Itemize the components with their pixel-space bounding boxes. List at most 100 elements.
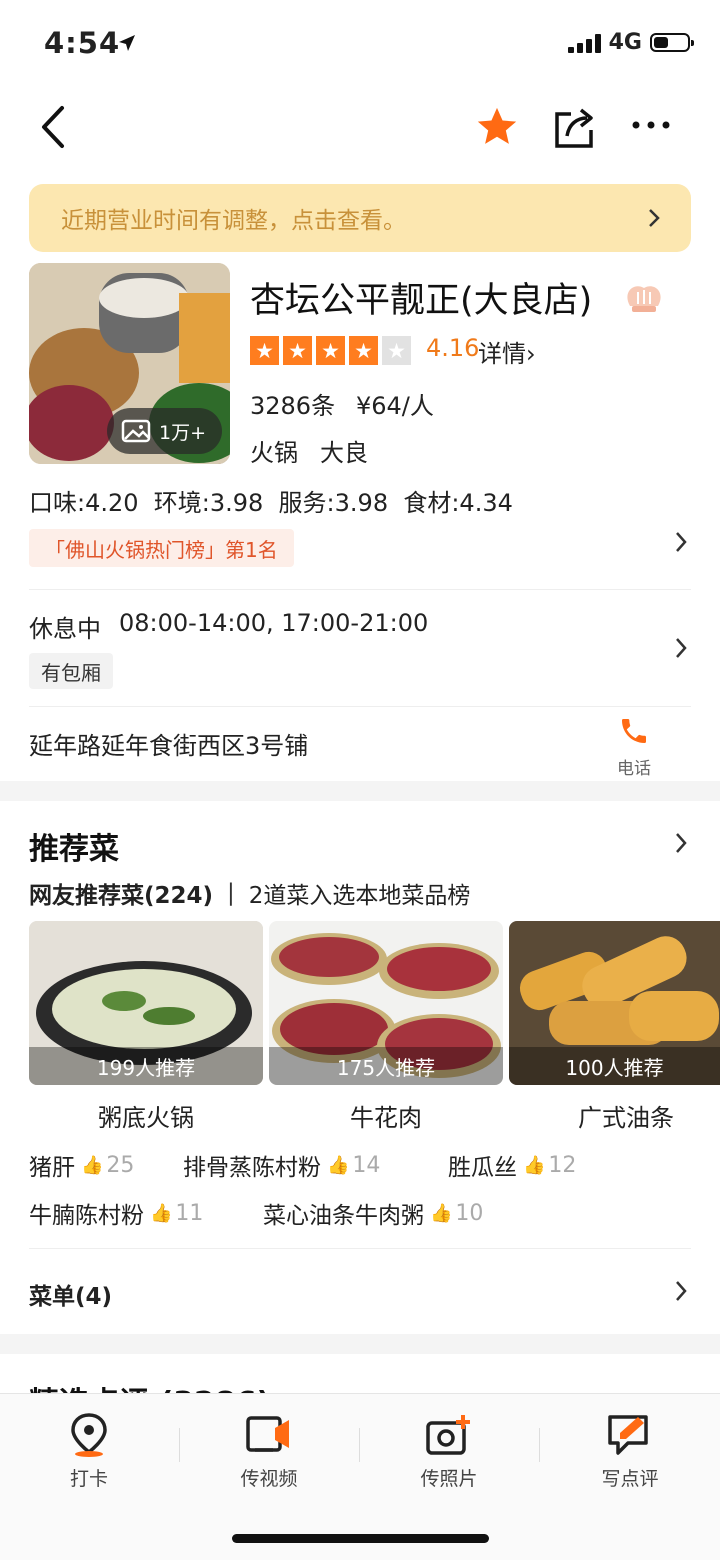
- menu-link[interactable]: 菜单(4): [29, 1277, 112, 1311]
- battery-icon: [650, 33, 694, 52]
- write-review-icon: [570, 1412, 690, 1458]
- chevron-right-icon: [676, 833, 687, 853]
- tab-label: 打卡: [69, 1468, 108, 1490]
- hours-notice-banner[interactable]: 近期营业时间有调整，点击查看。: [29, 184, 691, 252]
- tab-label: 传视频: [240, 1468, 298, 1490]
- location-pin-icon: [29, 1412, 149, 1458]
- phone-button[interactable]: 电话: [604, 714, 664, 779]
- recommended-dish-item[interactable]: 排骨蒸陈村粉 👍 14: [183, 1148, 380, 1182]
- sub-scores: 口味:4.20 环境:3.98 服务:3.98 食材:4.34: [29, 489, 513, 517]
- like-count: 11: [175, 1200, 204, 1226]
- rank-tag[interactable]: 「佛山火锅热门榜」第1名: [29, 529, 294, 567]
- star-empty-icon: ★: [382, 336, 411, 365]
- recommended-dish-item[interactable]: 猪肝 👍 25: [29, 1148, 134, 1182]
- photo-count-label: 1万+: [159, 421, 207, 444]
- tab-separator: [179, 1428, 180, 1462]
- like-count: 10: [455, 1200, 484, 1226]
- local-rank-note: 2道菜入选本地菜品榜: [248, 883, 471, 909]
- recommended-dish-item[interactable]: 牛腩陈村粉 👍 11: [29, 1196, 203, 1230]
- avg-price: ¥64/人: [356, 392, 434, 420]
- shop-name: 杏坛公平靓正(大良店): [250, 281, 593, 321]
- chevron-right-icon[interactable]: [674, 530, 688, 561]
- tab-separator: [359, 1428, 360, 1462]
- dish-name: 广式油条: [578, 1104, 674, 1132]
- thumbs-up-icon: 👍: [81, 1154, 104, 1176]
- dish-card[interactable]: 199人推荐: [29, 921, 263, 1085]
- phone-icon: [622, 719, 646, 743]
- bottom-action-bar: 打卡 传视频 传照片 写点评: [0, 1393, 720, 1560]
- dish-count-label: 100人推荐: [509, 1047, 720, 1085]
- star-icon: ★: [349, 336, 378, 365]
- chevron-right-icon: [676, 1281, 687, 1301]
- favorite-button[interactable]: [474, 104, 520, 154]
- tab-label: 写点评: [601, 1468, 659, 1490]
- district: 大良: [320, 439, 368, 467]
- recommend-subtitle-row: 网友推荐菜(224) | 2道菜入选本地菜品榜: [29, 876, 470, 910]
- recommend-subtitle: 网友推荐菜(224): [29, 883, 214, 909]
- share-icon: [555, 108, 593, 148]
- dish-name: 牛花肉: [350, 1104, 422, 1132]
- recommended-dish-item[interactable]: 菜心油条牛肉粥 👍 10: [263, 1196, 483, 1230]
- star-filled-icon: [477, 107, 517, 144]
- status-indicators: 4G: [567, 30, 694, 55]
- recommended-dish-item[interactable]: 胜瓜丝 👍 12: [448, 1148, 576, 1182]
- dish-name: 排骨蒸陈村粉: [183, 1155, 321, 1181]
- rating-stars: ★ ★ ★ ★ ★: [250, 336, 411, 365]
- detail-label: 详情: [478, 340, 526, 368]
- dish-name: 牛腩陈村粉: [29, 1203, 144, 1229]
- private-room-tag: 有包厢: [29, 653, 113, 689]
- more-button[interactable]: [630, 110, 672, 144]
- divider: [29, 589, 691, 590]
- dish-name: 猪肝: [29, 1155, 75, 1181]
- photo-count-badge[interactable]: 1万+: [107, 408, 223, 454]
- business-hours: 08:00-14:00, 17:00-21:00: [119, 609, 429, 637]
- dish-name: 胜瓜丝: [448, 1155, 517, 1181]
- network-label: 4G: [608, 30, 642, 55]
- video-upload-tab[interactable]: 传视频: [209, 1412, 329, 1491]
- recommend-title: 推荐菜: [29, 832, 119, 867]
- address[interactable]: 延年路延年食街西区3号铺: [29, 726, 308, 761]
- business-status: 休息中: [29, 615, 101, 643]
- dish-card[interactable]: 100人推荐: [509, 921, 720, 1085]
- phone-label: 电话: [617, 759, 651, 779]
- thumbs-up-icon: 👍: [327, 1154, 350, 1176]
- reviews-count: 3286条: [250, 392, 336, 420]
- star-icon: ★: [316, 336, 345, 365]
- divider: [29, 706, 691, 707]
- share-button[interactable]: [553, 104, 597, 154]
- write-review-tab[interactable]: 写点评: [570, 1412, 690, 1491]
- home-indicator[interactable]: [232, 1534, 489, 1543]
- like-count: 25: [106, 1152, 135, 1178]
- image-icon: [121, 419, 151, 443]
- divider: [29, 1248, 691, 1249]
- chef-hat-icon: [624, 278, 664, 318]
- dish-name: 粥底火锅: [98, 1104, 194, 1132]
- thumbs-up-icon: 👍: [150, 1202, 173, 1224]
- location-arrow-icon: [117, 33, 137, 57]
- category: 火锅: [250, 439, 298, 467]
- rating-value: 4.16: [426, 334, 480, 362]
- back-arrow-icon: [42, 106, 64, 148]
- checkin-tab[interactable]: 打卡: [29, 1412, 149, 1491]
- dish-name: 菜心油条牛肉粥: [263, 1203, 424, 1229]
- thumbs-up-icon: 👍: [523, 1154, 546, 1176]
- recommend-more[interactable]: [674, 831, 688, 859]
- status-time: 4:54: [44, 26, 121, 60]
- photo-upload-tab[interactable]: 传照片: [389, 1412, 509, 1491]
- separator: |: [227, 880, 235, 906]
- dish-card[interactable]: 175人推荐: [269, 921, 503, 1085]
- like-count: 12: [548, 1152, 577, 1178]
- hours-chevron[interactable]: [674, 636, 688, 664]
- chevron-right-icon: [676, 638, 687, 658]
- dish-count-label: 175人推荐: [269, 1047, 503, 1085]
- camera-plus-icon: [389, 1412, 509, 1458]
- tab-separator: [539, 1428, 540, 1462]
- like-count: 14: [352, 1152, 381, 1178]
- dish-count-label: 199人推荐: [29, 1047, 263, 1085]
- menu-chevron[interactable]: [674, 1279, 688, 1307]
- back-button[interactable]: [36, 104, 70, 154]
- thumbs-up-icon: 👍: [430, 1202, 453, 1224]
- shop-cover-photo[interactable]: 1万+: [29, 263, 230, 464]
- rating-detail-link[interactable]: 详情›: [478, 334, 536, 369]
- chevron-right-icon: ›: [526, 340, 536, 368]
